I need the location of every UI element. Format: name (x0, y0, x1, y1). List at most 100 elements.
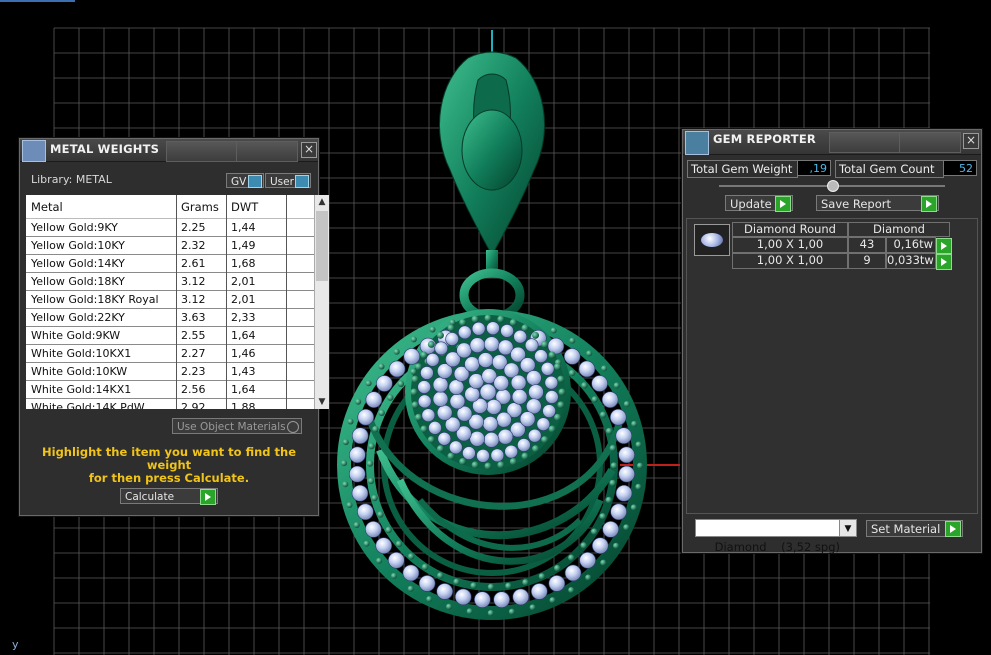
weight-slider[interactable] (719, 180, 945, 192)
material-select[interactable]: Diamond (3,52 spg) ▼ (695, 519, 857, 554)
total-gem-weight-value: ,19 (797, 160, 831, 176)
total-gem-weight-label: Total Gem Weight (687, 160, 798, 178)
cell-dwt: 2,33 (231, 311, 256, 324)
close-icon[interactable]: × (301, 142, 317, 158)
diamond-gem-icon[interactable] (694, 224, 730, 256)
gem-reporter-app-icon (685, 131, 709, 155)
cell-dwt: 1,43 (231, 365, 256, 378)
cell-metal: Yellow Gold:9KY (31, 221, 118, 234)
cell-grams: 2.23 (181, 365, 206, 378)
cell-grams: 2.61 (181, 257, 206, 270)
gv-toggle[interactable]: GV (226, 173, 264, 188)
instruction-text: Highlight the item you want to find the … (28, 446, 310, 485)
chevron-down-icon[interactable]: ▼ (839, 520, 856, 536)
play-arrow-icon (945, 521, 961, 537)
col-divider (226, 195, 227, 409)
play-arrow-icon[interactable] (936, 254, 952, 270)
metal-table[interactable]: Metal Grams DWT Yellow Gold:9KY 2.25 1,44 Y… (26, 195, 314, 409)
cell-metal: Yellow Gold:22KY (31, 311, 125, 324)
cell-metal: Yellow Gold:10KY (31, 239, 125, 252)
table-row[interactable]: White Gold:10KW 2.23 1,43 (26, 363, 314, 381)
table-row[interactable]: White Gold:9KW 2.55 1,64 (26, 327, 314, 345)
material-select-value: Diamond (3,52 spg) (714, 540, 840, 554)
metal-weights-titlebar[interactable]: METAL WEIGHTS × (20, 139, 318, 162)
table-row[interactable]: Yellow Gold:18KY Royal 3.12 2,01 (26, 291, 314, 309)
metal-table-body: Yellow Gold:9KY 2.25 1,44 Yellow Gold:10KY 2… (26, 219, 314, 409)
gem-cell-weight: 0,033tw (886, 253, 936, 269)
calculate-button[interactable]: Calculate (120, 488, 218, 505)
metal-weights-tab-1[interactable] (166, 141, 238, 162)
cell-metal: Yellow Gold:18KY (31, 275, 125, 288)
cell-dwt: 1,46 (231, 347, 256, 360)
metal-weights-panel: METAL WEIGHTS × Library: METAL GV User M… (19, 138, 329, 516)
cell-dwt: 2,01 (231, 293, 256, 306)
cell-dwt: 1,64 (231, 329, 256, 342)
scroll-thumb[interactable] (316, 211, 328, 281)
cell-grams: 3.12 (181, 275, 206, 288)
cell-grams: 2.27 (181, 347, 206, 360)
col-diamond-round[interactable]: Diamond Round (732, 222, 848, 237)
col-dwt[interactable]: DWT (226, 200, 286, 214)
user-label: User (270, 176, 294, 188)
total-gem-count-label: Total Gem Count (835, 160, 944, 178)
play-arrow-icon[interactable] (936, 238, 952, 254)
gem-reporter-title: GEM REPORTER (713, 132, 816, 146)
play-arrow-icon (921, 196, 937, 212)
use-object-materials-toggle[interactable]: Use Object Materials (172, 418, 302, 434)
play-arrow-icon (200, 489, 216, 505)
gem-cell-size: 1,00 X 1,00 (732, 253, 848, 269)
cell-grams: 2.56 (181, 383, 206, 396)
pendant-model[interactable] (337, 51, 647, 620)
table-row[interactable]: White Gold:14KX1 2.56 1,64 (26, 381, 314, 399)
cell-dwt: 1,49 (231, 239, 256, 252)
user-toggle[interactable]: User (265, 173, 311, 188)
scroll-down-icon[interactable]: ▼ (315, 395, 329, 409)
gem-cell-count: 9 (848, 253, 886, 269)
table-row[interactable]: Yellow Gold:18KY 3.12 2,01 (26, 273, 314, 291)
col-metal[interactable]: Metal (26, 200, 176, 214)
cell-grams: 2.32 (181, 239, 206, 252)
table-row[interactable]: Yellow Gold:9KY 2.25 1,44 (26, 219, 314, 237)
slider-handle-icon[interactable] (827, 180, 839, 192)
cell-metal: White Gold:10KX1 (31, 347, 132, 360)
cell-grams: 2.25 (181, 221, 206, 234)
table-row[interactable]: Yellow Gold:22KY 3.63 2,33 (26, 309, 314, 327)
library-label: Library: METAL (31, 173, 112, 186)
metal-weights-tab-2[interactable] (236, 141, 298, 162)
col-divider (176, 195, 177, 409)
gem-cell-weight: 0,16tw (886, 237, 936, 253)
save-report-button[interactable]: Save Report (816, 195, 939, 212)
scroll-up-icon[interactable]: ▲ (315, 195, 329, 209)
update-button[interactable]: Update (725, 195, 793, 212)
cell-metal: White Gold:9KW (31, 329, 121, 342)
col-grams[interactable]: Grams (176, 200, 226, 214)
metal-weights-title: METAL WEIGHTS (50, 142, 160, 156)
close-icon[interactable]: × (963, 133, 979, 149)
col-diamond[interactable]: Diamond (848, 222, 950, 237)
axis-label: y (12, 638, 19, 651)
metal-table-scrollbar[interactable]: ▲ ▼ (314, 195, 329, 409)
cell-grams: 2.92 (181, 401, 206, 409)
cell-dwt: 1,44 (231, 221, 256, 234)
cell-dwt: 1,68 (231, 257, 256, 270)
use-object-materials-label: Use Object Materials (177, 421, 286, 433)
set-material-label: Set Material (871, 522, 941, 536)
cell-grams: 3.12 (181, 293, 206, 306)
col-divider (286, 195, 287, 409)
gem-reporter-tab-2[interactable] (899, 132, 961, 153)
table-row[interactable]: White Gold:10KX1 2.27 1,46 (26, 345, 314, 363)
cell-metal: Yellow Gold:14KY (31, 257, 125, 270)
cell-metal: White Gold:14KX1 (31, 383, 132, 396)
set-material-button[interactable]: Set Material (866, 520, 963, 537)
gem-reporter-titlebar[interactable]: GEM REPORTER × (683, 130, 981, 155)
play-arrow-icon (775, 196, 791, 212)
cell-metal: White Gold:14K PdW (31, 401, 145, 409)
gv-toggle-icon (248, 175, 262, 188)
table-row[interactable]: White Gold:14K PdW 2.92 1,88 (26, 399, 314, 409)
gem-reporter-tab-1[interactable] (829, 132, 901, 153)
gem-cell-size: 1,00 X 1,00 (732, 237, 848, 253)
table-row[interactable]: Yellow Gold:10KY 2.32 1,49 (26, 237, 314, 255)
instruction-line-2: for then press Calculate. (88, 471, 250, 485)
table-row[interactable]: Yellow Gold:14KY 2.61 1,68 (26, 255, 314, 273)
save-report-label: Save Report (821, 197, 892, 211)
